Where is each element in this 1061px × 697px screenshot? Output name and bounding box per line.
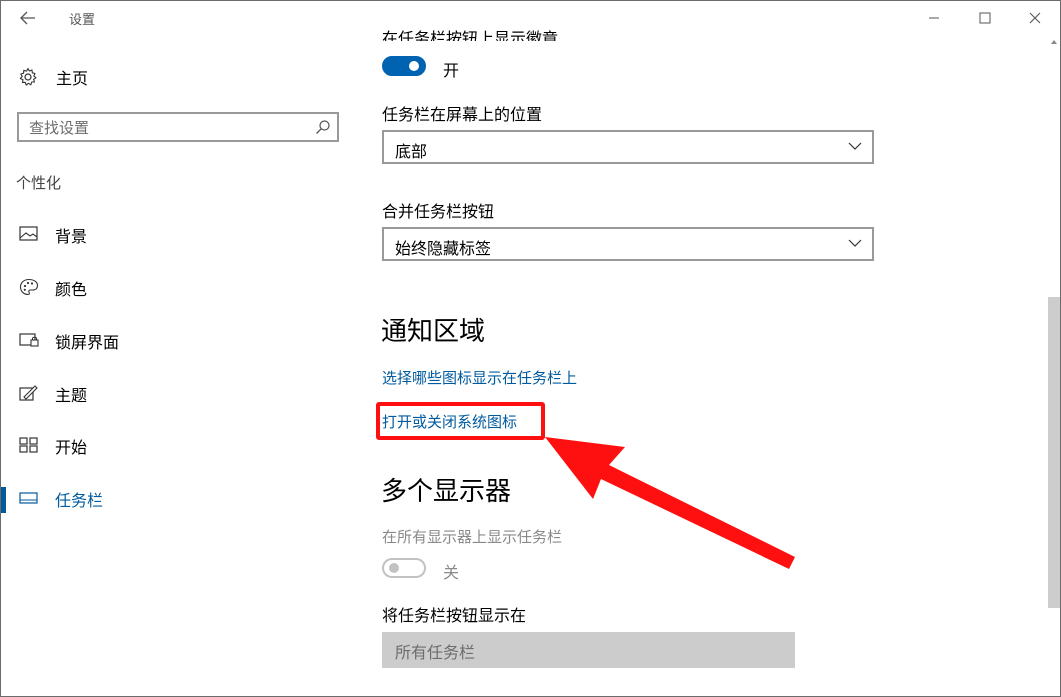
scroll-thumb[interactable] bbox=[1048, 297, 1060, 608]
sidebar-item-label: 主题 bbox=[55, 386, 88, 405]
show-on-all-displays-label: 在所有显示器上显示任务栏 bbox=[382, 528, 563, 546]
combine-buttons-dropdown[interactable]: 始终隐藏标签 bbox=[382, 227, 874, 261]
close-button[interactable] bbox=[1012, 3, 1058, 33]
back-arrow-icon bbox=[20, 11, 35, 25]
maximize-button[interactable] bbox=[962, 3, 1008, 33]
settings-window: 设置 主页 个性化 背景 bbox=[0, 0, 1061, 697]
sidebar-item-start[interactable]: 开始 bbox=[1, 430, 341, 460]
annotation-arrow bbox=[545, 437, 795, 569]
chevron-down-icon bbox=[848, 239, 862, 247]
taskbar-icon bbox=[19, 492, 38, 504]
sidebar-item-home[interactable]: 主页 bbox=[18, 63, 88, 91]
search-input[interactable] bbox=[27, 116, 311, 140]
sidebar-item-colors[interactable]: 颜色 bbox=[1, 272, 341, 302]
select-taskbar-icons-link[interactable]: 选择哪些图标显示在任务栏上 bbox=[382, 367, 577, 388]
search-box bbox=[17, 112, 339, 142]
taskbar-position-dropdown[interactable]: 底部 bbox=[382, 130, 874, 164]
minimize-icon bbox=[929, 17, 939, 19]
show-on-all-displays-toggle[interactable] bbox=[382, 558, 426, 578]
sidebar-item-themes[interactable]: 主题 bbox=[1, 378, 341, 408]
theme-brush-icon bbox=[19, 385, 38, 401]
close-icon bbox=[1029, 12, 1041, 24]
taskbar-position-label: 任务栏在屏幕上的位置 bbox=[382, 105, 543, 124]
start-grid-icon bbox=[19, 437, 38, 453]
lock-screen-icon bbox=[19, 333, 39, 347]
dropdown-value: 始终隐藏标签 bbox=[395, 239, 492, 258]
search-icon[interactable] bbox=[315, 119, 331, 135]
show-buttons-on-label: 将任务栏按钮显示在 bbox=[382, 606, 527, 625]
window-title: 设置 bbox=[69, 13, 96, 28]
combine-buttons-label: 合并任务栏按钮 bbox=[382, 202, 495, 221]
home-label: 主页 bbox=[56, 69, 89, 88]
sidebar-item-label: 开始 bbox=[55, 438, 88, 457]
dropdown-value: 底部 bbox=[395, 142, 428, 161]
image-icon bbox=[19, 226, 38, 241]
multiple-displays-heading: 多个显示器 bbox=[381, 477, 512, 507]
gear-icon bbox=[19, 67, 37, 86]
scroll-up-arrow-icon[interactable] bbox=[1050, 39, 1058, 45]
sidebar-item-label: 背景 bbox=[55, 227, 88, 246]
section-label-personalization: 个性化 bbox=[16, 174, 62, 192]
sidebar-item-label: 锁屏界面 bbox=[55, 333, 120, 352]
annotation-highlight-box bbox=[376, 402, 545, 440]
back-button[interactable] bbox=[13, 5, 43, 31]
sidebar-item-lock-screen[interactable]: 锁屏界面 bbox=[1, 325, 341, 355]
maximize-icon bbox=[979, 12, 991, 24]
badges-toggle-state: 开 bbox=[443, 61, 460, 80]
show-buttons-on-dropdown[interactable]: 所有任务栏 bbox=[382, 632, 795, 668]
sidebar-item-background[interactable]: 背景 bbox=[1, 219, 341, 249]
content-scrollbar[interactable] bbox=[1047, 35, 1060, 696]
chevron-down-icon bbox=[848, 142, 862, 150]
sidebar-item-taskbar[interactable]: 任务栏 bbox=[1, 483, 341, 513]
badges-toggle[interactable] bbox=[382, 56, 426, 76]
badges-setting-label: 在任务栏按钮上显示徽章 bbox=[382, 29, 559, 41]
show-on-all-displays-state: 关 bbox=[443, 563, 460, 582]
toggle-knob bbox=[409, 61, 419, 71]
sidebar-item-label: 颜色 bbox=[55, 280, 88, 299]
notification-area-heading: 通知区域 bbox=[381, 317, 486, 347]
sidebar-item-label: 任务栏 bbox=[55, 491, 104, 510]
toggle-knob bbox=[389, 563, 399, 573]
dropdown-value: 所有任务栏 bbox=[395, 643, 476, 662]
palette-icon bbox=[19, 278, 39, 296]
minimize-button[interactable] bbox=[911, 3, 957, 33]
